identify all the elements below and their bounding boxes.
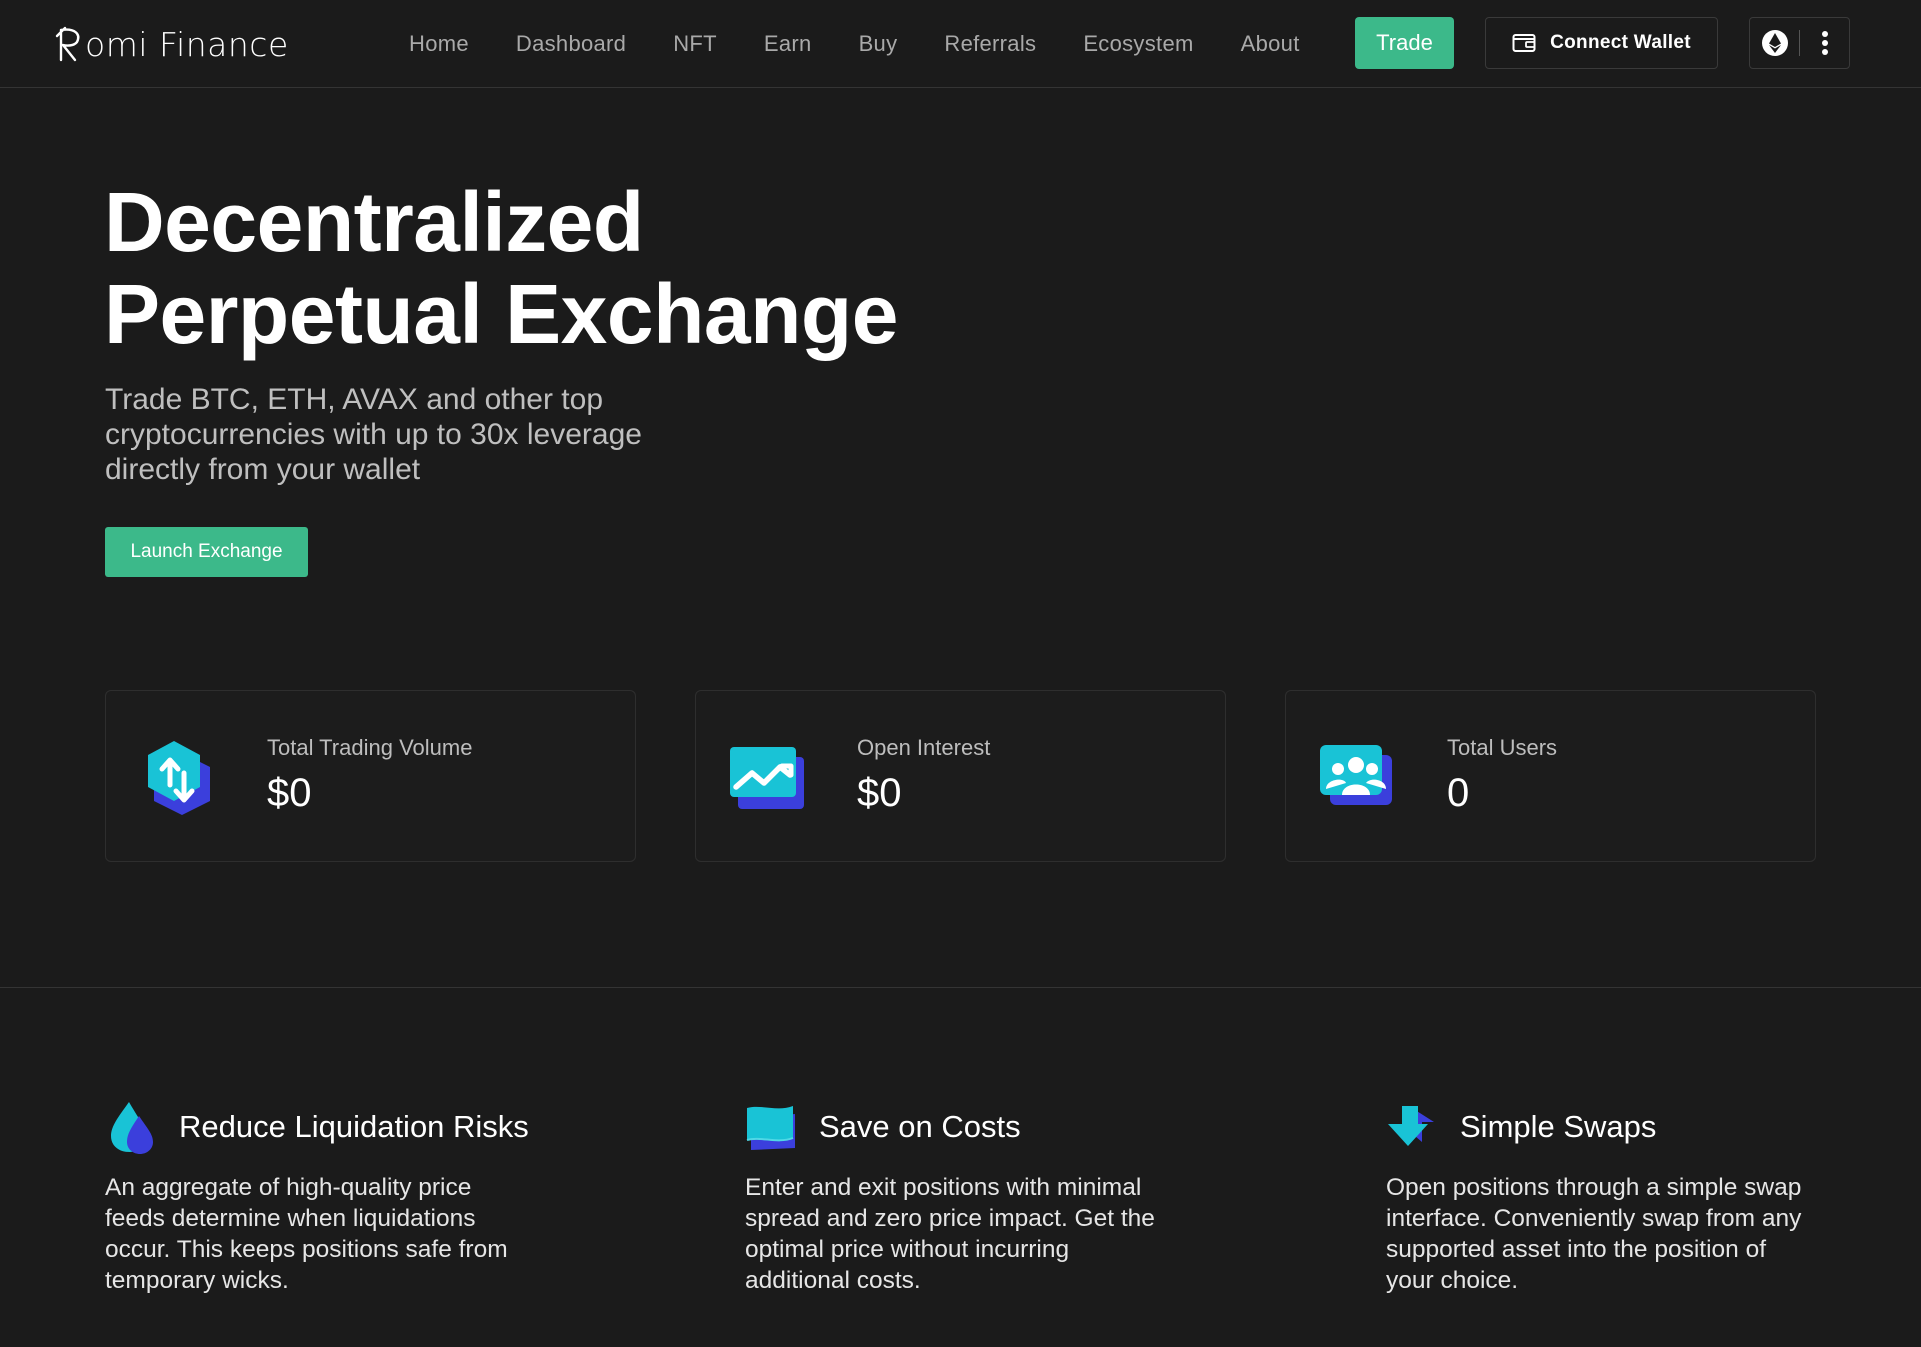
- stat-value: 0: [1447, 771, 1470, 815]
- wallet-icon: [1512, 34, 1536, 52]
- droplet-icon: [111, 1102, 153, 1154]
- logo[interactable]: omi Finance: [55, 22, 289, 66]
- hero-title-line2: Perpetual Exchange: [104, 267, 898, 361]
- stat-card-open-interest: Open Interest $0: [695, 690, 1226, 862]
- trade-button[interactable]: Trade: [1355, 17, 1454, 69]
- nav-buy[interactable]: Buy: [859, 31, 898, 57]
- stat-value: $0: [267, 771, 312, 815]
- launch-exchange-button[interactable]: Launch Exchange: [105, 527, 308, 577]
- stat-card-total-users: Total Users 0: [1285, 690, 1816, 862]
- network-settings: [1749, 17, 1850, 69]
- nav-home[interactable]: Home: [409, 31, 469, 57]
- more-vertical-icon: [1821, 31, 1828, 55]
- trading-volume-icon: [148, 741, 210, 815]
- open-interest-icon: [730, 747, 804, 809]
- network-selector[interactable]: [1750, 17, 1799, 69]
- logo-r-mark: [55, 26, 80, 62]
- nav-dashboard[interactable]: Dashboard: [516, 31, 626, 57]
- main-nav: Home Dashboard NFT Earn Buy Referrals Ec…: [409, 0, 1347, 88]
- stat-label: Open Interest: [857, 735, 991, 760]
- hero-title-line1: Decentralized: [104, 175, 644, 269]
- logo-text: omi Finance: [85, 24, 289, 64]
- top-navbar: omi Finance Home Dashboard NFT Earn Buy …: [0, 0, 1921, 88]
- feature-title: Reduce Liquidation Risks: [179, 1109, 529, 1144]
- more-menu-button[interactable]: [1800, 17, 1849, 69]
- nav-referrals[interactable]: Referrals: [944, 31, 1036, 57]
- stat-label: Total Trading Volume: [267, 735, 473, 760]
- stat-card-trading-volume: Total Trading Volume $0: [105, 690, 636, 862]
- swap-icon: [1388, 1106, 1434, 1146]
- feature-title: Simple Swaps: [1460, 1109, 1657, 1144]
- users-icon: [1320, 745, 1392, 805]
- section-divider: [0, 987, 1921, 988]
- hero-subtitle: Trade BTC, ETH, AVAX and other top crypt…: [105, 383, 642, 486]
- stat-value: $0: [857, 771, 902, 815]
- nav-nft[interactable]: NFT: [673, 31, 717, 57]
- nav-ecosystem[interactable]: Ecosystem: [1083, 31, 1193, 57]
- feature-reduce-liquidation: Reduce Liquidation Risks An aggregate of…: [105, 1100, 585, 1296]
- feature-text: Open positions through a simple swap int…: [1386, 1174, 1802, 1294]
- nav-earn[interactable]: Earn: [764, 31, 812, 57]
- feature-save-costs: Save on Costs Enter and exit positions w…: [745, 1100, 1225, 1296]
- feature-title: Save on Costs: [819, 1109, 1021, 1144]
- costs-icon: [746, 1106, 795, 1150]
- connect-wallet-button[interactable]: Connect Wallet: [1485, 17, 1718, 69]
- ethereum-icon: [1761, 30, 1788, 56]
- feature-simple-swaps: Simple Swaps Open positions through a si…: [1386, 1100, 1866, 1296]
- feature-text: An aggregate of high-quality price feeds…: [105, 1174, 508, 1294]
- stat-label: Total Users: [1447, 735, 1558, 760]
- hero-title: Decentralized Perpetual Exchange: [104, 176, 898, 360]
- connect-wallet-label: Connect Wallet: [1550, 32, 1691, 53]
- feature-text: Enter and exit positions with minimal sp…: [745, 1174, 1155, 1294]
- nav-about[interactable]: About: [1241, 31, 1300, 57]
